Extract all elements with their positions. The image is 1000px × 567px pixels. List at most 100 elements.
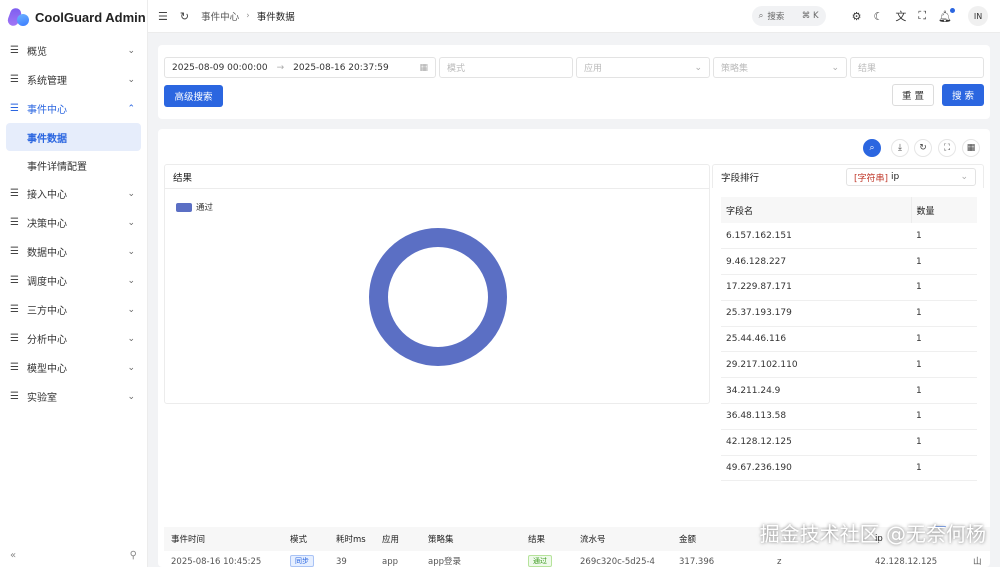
mode-placeholder: 模式 [447, 64, 466, 74]
breadcrumb-current: 事件数据 [256, 12, 295, 23]
sidebar-item-schedule[interactable]: ☰ 调度中心 ⌄ [0, 266, 147, 295]
sidebar-item-analysis[interactable]: ☰ 分析中心 ⌄ [0, 324, 147, 353]
result-chart-card: 结果 通过 [164, 164, 710, 404]
legend-swatch [176, 202, 192, 212]
field-type-tag: [字符串] [854, 173, 889, 184]
menu-icon: ☰ [10, 217, 19, 228]
chevron-down-icon: ⌄ [127, 74, 135, 85]
sidebar-item-model[interactable]: ☰ 模型中心 ⌄ [0, 353, 147, 382]
translate-icon[interactable]: 文 [895, 8, 906, 24]
chevron-down-icon: ⌄ [960, 172, 968, 182]
menu-icon: ☰ [10, 362, 19, 373]
theme-moon-icon[interactable]: ☾ [873, 10, 883, 23]
sidebar-item-label: 决策中心 [27, 219, 67, 230]
table-row[interactable]: 17.229.87.171 1 [721, 274, 977, 301]
table-row[interactable]: 6.157.162.151 1 [721, 223, 977, 250]
settings-icon[interactable]: ⚙ [852, 10, 862, 23]
cell-field-name: 25.37.193.179 [721, 300, 911, 327]
chevron-up-icon: ⌃ [127, 103, 135, 114]
cell-result: 通过 [521, 555, 573, 567]
field-rank-table: 字段名 数量 6.157.162.151 1 9.46.128.227 1 17.229… [721, 197, 977, 482]
app-select[interactable]: 应用 ⌄ [576, 57, 710, 78]
sidebar-item-event-center[interactable]: ☰ 事件中心 ⌃ [0, 94, 147, 123]
result-select[interactable]: 结果 [850, 57, 984, 78]
sidebar-menu: ☰ 概览 ⌄ ☰ 系统管理 ⌄ ☰ 事件中心 ⌃ 事件数据 事件详情配置 ☰ 接入中心 ⌄ ☰ 决… [0, 36, 147, 411]
column-header: 耗时ms [336, 535, 366, 545]
sidebar-item-lab[interactable]: ☰ 实验室 ⌄ [0, 382, 147, 411]
notification-dot [950, 7, 955, 13]
collapse-sidebar-icon[interactable]: « [10, 550, 16, 561]
sidebar-footer: « ⚲ [10, 550, 137, 561]
date-range-picker[interactable]: 2025-08-09 00:00:00 → 2025-08-16 20:37:5… [164, 57, 436, 78]
sidebar-item-overview[interactable]: ☰ 概览 ⌄ [0, 36, 147, 65]
end-time-value: 2025-08-16 20:37:59 [293, 62, 389, 73]
table-row[interactable]: 25.44.46.116 1 [721, 326, 977, 353]
menu-icon: ☰ [10, 103, 19, 114]
cell-count: 1 [911, 326, 977, 353]
column-settings-icon[interactable]: ▦ [962, 139, 980, 157]
refresh-icon[interactable]: ↻ [180, 10, 189, 23]
reset-button[interactable]: 重 置 [892, 84, 934, 106]
table-row[interactable]: 25.37.193.179 1 [721, 300, 977, 327]
sidebar-item-decision[interactable]: ☰ 决策中心 ⌄ [0, 208, 147, 237]
download-icon[interactable]: ⤓ [891, 139, 909, 157]
breadcrumb-item[interactable]: 事件中心 [201, 9, 239, 23]
sidebar-subitem-event-data[interactable]: 事件数据 [6, 123, 141, 151]
sidebar-item-label: 三方中心 [27, 306, 67, 317]
fullscreen-icon[interactable]: ⛶ [918, 9, 926, 23]
sidebar-item-third-party[interactable]: ☰ 三方中心 ⌄ [0, 295, 147, 324]
brand[interactable]: CoolGuard Admin [0, 0, 147, 34]
sidebar-item-data[interactable]: ☰ 数据中心 ⌄ [0, 237, 147, 266]
cell-count: 1 [911, 403, 977, 430]
chevron-down-icon: ⌄ [127, 391, 135, 402]
field-select[interactable]: [字符串] ip ⌄ [846, 168, 976, 186]
donut-chart [369, 228, 507, 366]
advanced-search-button[interactable]: 高级搜索 [164, 85, 223, 107]
notification-bell-icon[interactable]: 🔔︎ [938, 7, 955, 23]
menu-icon: ☰ [10, 74, 19, 85]
cell-field-name: 34.211.24.9 [721, 377, 911, 405]
field-rank-header: 字段排行 [字符串] ip ⌄ [712, 164, 984, 188]
table-row[interactable]: 34.211.24.9 1 [721, 377, 977, 405]
app-logo [6, 6, 30, 28]
sidebar-item-label: 分析中心 [27, 335, 67, 346]
cell-field-name: 17.229.87.171 [721, 274, 911, 301]
result-badge: 通过 [528, 555, 552, 567]
search-icon[interactable]: ⌕ [863, 139, 881, 157]
result-placeholder: 结果 [858, 64, 877, 74]
refresh-icon[interactable]: ↻ [914, 139, 932, 157]
fullscreen-icon[interactable]: ⛶ [938, 139, 956, 157]
table-row[interactable]: 2025-08-16 10:45:25 同步 39 app app登录 通过 2… [164, 551, 990, 567]
search-icon: ⌕ [758, 11, 764, 21]
column-header-field: 字段名 [721, 197, 911, 223]
cell-duration: 39 [336, 557, 347, 567]
menu-icon: ☰ [10, 391, 19, 402]
policy-select[interactable]: 策略集 ⌄ [713, 57, 847, 78]
cell-count: 1 [911, 223, 977, 250]
sidebar-item-label: 事件中心 [27, 105, 67, 116]
chevron-down-icon: ⌄ [127, 217, 135, 228]
sidebar-item-system[interactable]: ☰ 系统管理 ⌄ [0, 65, 147, 94]
table-row[interactable]: 29.217.102.110 1 [721, 351, 977, 379]
sidebar-item-label: 模型中心 [27, 364, 67, 375]
global-search[interactable]: ⌕ 搜索 ⌘ K [751, 6, 826, 26]
donut-slice-通过[interactable] [369, 228, 507, 366]
table-row[interactable]: 36.48.113.58 1 [721, 403, 977, 430]
cell-field-name: 49.67.236.190 [721, 455, 911, 482]
table-row[interactable]: 49.67.236.190 1 [721, 455, 977, 482]
search-button[interactable]: 搜 索 [942, 84, 984, 106]
cell-amount: 317.396 [679, 557, 715, 567]
table-row[interactable]: 9.46.128.227 1 [721, 248, 977, 276]
table-row[interactable]: 42.128.12.125 1 [721, 429, 977, 456]
mode-select[interactable]: 模式 [439, 57, 573, 78]
chart-legend[interactable]: 通过 [176, 201, 213, 213]
avatar[interactable]: IN [968, 6, 988, 26]
cell-count: 1 [911, 377, 977, 405]
pin-icon[interactable]: ⚲ [130, 550, 137, 561]
sidebar-item-access[interactable]: ☰ 接入中心 ⌄ [0, 179, 147, 208]
menu-toggle-icon[interactable]: ☰ [158, 10, 168, 23]
cell-value: z [777, 557, 782, 567]
sidebar: CoolGuard Admin ☰ 概览 ⌄ ☰ 系统管理 ⌄ ☰ 事件中心 ⌃ 事件数据 … [0, 0, 148, 567]
sidebar-subitem-event-detail-config[interactable]: 事件详情配置 [6, 151, 141, 179]
cell-extra: 山 [973, 557, 982, 567]
